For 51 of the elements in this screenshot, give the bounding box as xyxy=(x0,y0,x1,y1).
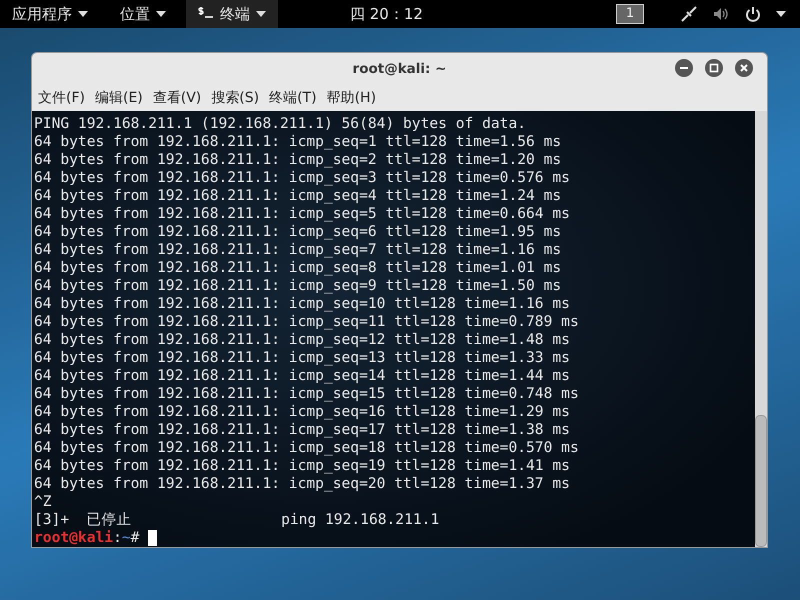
terminal-line: 64 bytes from 192.168.211.1: icmp_seq=12 ttl=128 time=1.48 ms xyxy=(34,331,570,349)
terminal-line: 64 bytes from 192.168.211.1: icmp_seq=1 ttl=128 time=1.56 ms xyxy=(34,133,562,151)
prompt-user-host: root@kali xyxy=(34,529,114,547)
terminal-line: 64 bytes from 192.168.211.1: icmp_seq=7 ttl=128 time=1.16 ms xyxy=(34,241,562,259)
menu-item[interactable]: 终端(T) xyxy=(269,89,317,108)
terminal-line: 64 bytes from 192.168.211.1: icmp_seq=4 ttl=128 time=1.24 ms xyxy=(34,187,562,205)
terminal-line: 64 bytes from 192.168.211.1: icmp_seq=13 ttl=128 time=1.33 ms xyxy=(34,349,570,367)
terminal-line: [3]+ 已停止 ping 192.168.211.1 xyxy=(34,511,440,529)
caret-icon xyxy=(78,11,88,17)
caret-icon xyxy=(156,11,166,17)
terminal-line: 64 bytes from 192.168.211.1: icmp_seq=2 ttl=128 time=1.20 ms xyxy=(34,151,562,169)
menu-item[interactable]: 编辑(E) xyxy=(94,89,143,108)
terminal-line: 64 bytes from 192.168.211.1: icmp_seq=17 ttl=128 time=1.38 ms xyxy=(34,421,570,439)
terminal-line: 64 bytes from 192.168.211.1: icmp_seq=5 ttl=128 time=0.664 ms xyxy=(34,205,570,223)
terminal-line: 64 bytes from 192.168.211.1: icmp_seq=15 ttl=128 time=0.748 ms xyxy=(34,385,579,403)
menu-item[interactable]: 帮助(H) xyxy=(326,89,376,108)
terminal-line: ^Z xyxy=(34,493,52,511)
maximize-button[interactable] xyxy=(705,59,723,77)
top-bar-menu[interactable]: 位置 xyxy=(108,0,178,28)
terminal-line: 64 bytes from 192.168.211.1: icmp_seq=14 ttl=128 time=1.44 ms xyxy=(34,367,570,385)
top-bar-menu[interactable]: 终端 xyxy=(186,0,278,28)
close-button[interactable] xyxy=(735,59,753,77)
terminal-line: 64 bytes from 192.168.211.1: icmp_seq=8 ttl=128 time=1.01 ms xyxy=(34,259,562,277)
workspace-indicator[interactable]: 1 xyxy=(616,4,644,24)
text-cursor xyxy=(148,530,158,546)
terminal-line: 64 bytes from 192.168.211.1: icmp_seq=9 ttl=128 time=1.50 ms xyxy=(34,277,562,295)
network-icon[interactable] xyxy=(680,5,698,23)
scrollbar[interactable] xyxy=(755,111,767,547)
menu-item[interactable]: 搜索(S) xyxy=(211,89,260,108)
prompt-separator: : xyxy=(113,529,122,547)
prompt-path: ~ xyxy=(122,529,131,547)
top-bar-menu[interactable]: 应用程序 xyxy=(0,0,100,28)
terminal-line: 64 bytes from 192.168.211.1: icmp_seq=6 ttl=128 time=1.95 ms xyxy=(34,223,562,241)
terminal-line: 64 bytes from 192.168.211.1: icmp_seq=11 ttl=128 time=0.789 ms xyxy=(34,313,579,331)
minimize-button[interactable] xyxy=(675,59,693,77)
caret-icon xyxy=(256,11,266,17)
terminal-line: 64 bytes from 192.168.211.1: icmp_seq=19 ttl=128 time=1.41 ms xyxy=(34,457,570,475)
menu-item[interactable]: 文件(F) xyxy=(38,89,85,108)
terminal-line: 64 bytes from 192.168.211.1: icmp_seq=20 ttl=128 time=1.37 ms xyxy=(34,475,570,493)
caret-icon[interactable] xyxy=(776,11,786,17)
power-icon[interactable] xyxy=(744,5,762,23)
clock[interactable]: 四 20：12 xyxy=(350,5,423,24)
terminal-line: 64 bytes from 192.168.211.1: icmp_seq=18 ttl=128 time=0.570 ms xyxy=(34,439,579,457)
window-title: root@kali: ~ xyxy=(352,61,446,78)
scrollbar-thumb[interactable] xyxy=(755,415,767,547)
terminal-line: PING 192.168.211.1 (192.168.211.1) 56(84) bytes of data. xyxy=(34,115,526,133)
terminal-line: 64 bytes from 192.168.211.1: icmp_seq=10 ttl=128 time=1.16 ms xyxy=(34,295,570,313)
prompt-symbol: # xyxy=(130,529,140,547)
terminal-line: 64 bytes from 192.168.211.1: icmp_seq=16 ttl=128 time=1.29 ms xyxy=(34,403,570,421)
menu-item[interactable]: 查看(V) xyxy=(152,89,202,108)
terminal-line: 64 bytes from 192.168.211.1: icmp_seq=3 ttl=128 time=0.576 ms xyxy=(34,169,570,187)
